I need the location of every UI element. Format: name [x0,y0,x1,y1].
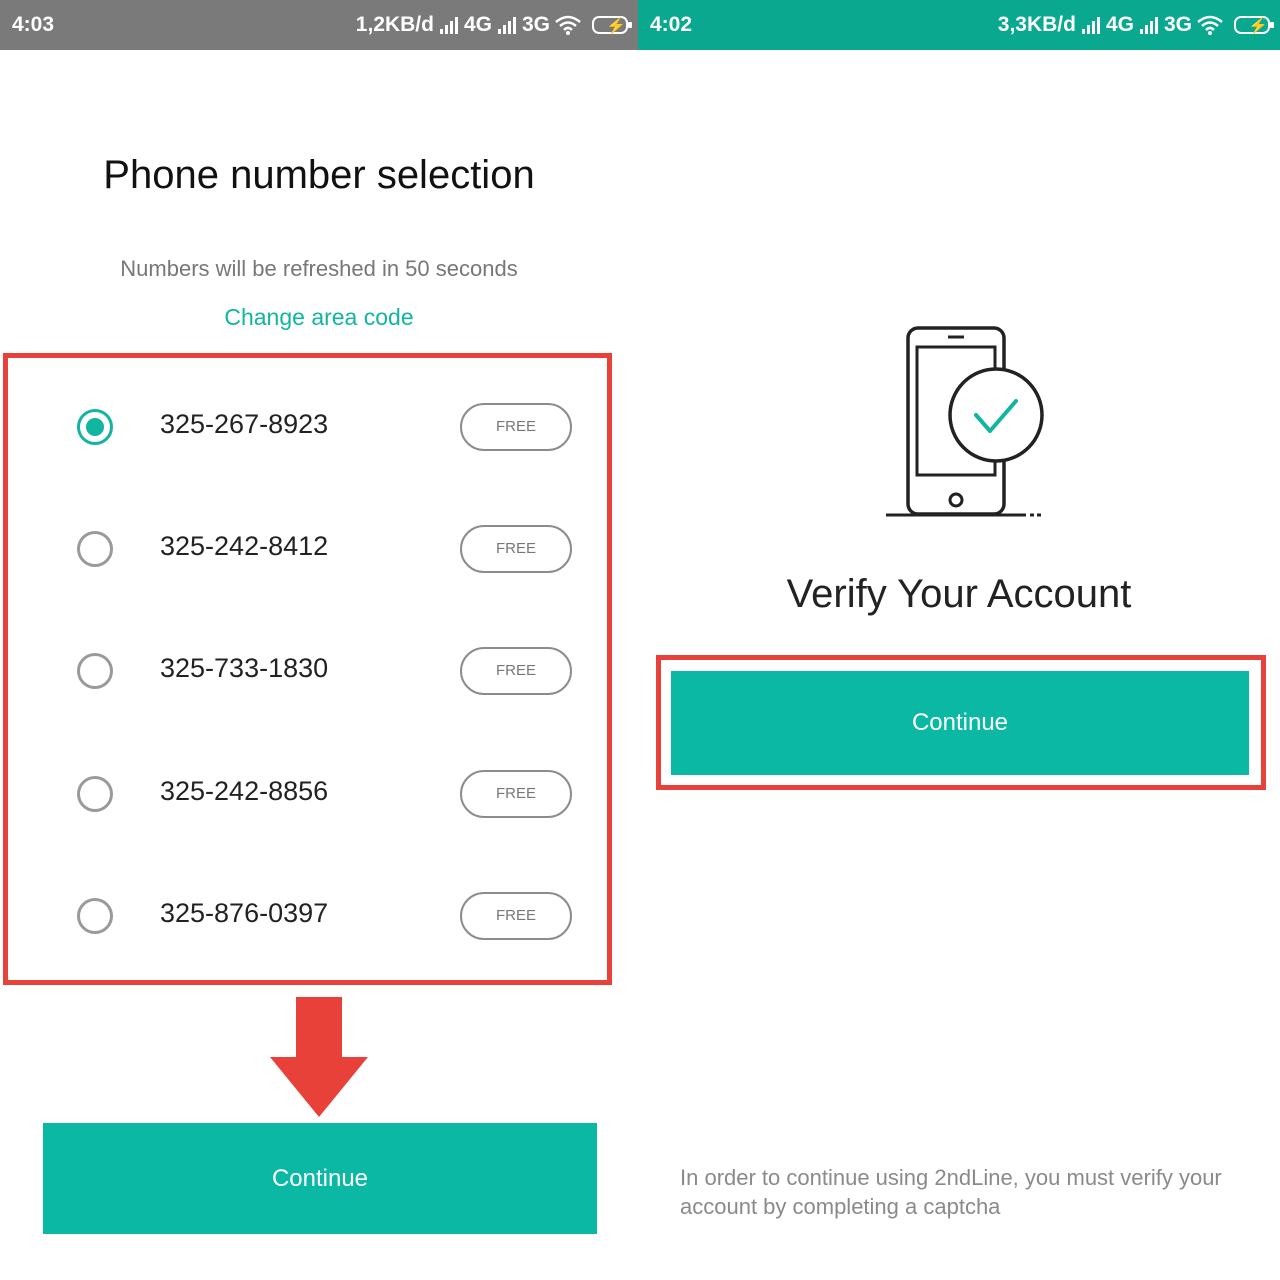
status-time: 4:02 [650,13,693,36]
captcha-notice: In order to continue using 2ndLine, you … [680,1165,1222,1219]
free-badge[interactable]: FREE [460,770,572,818]
radio-unselected[interactable] [77,776,113,812]
number-option-3[interactable]: 325-733-1830 FREE [40,631,580,711]
radio-unselected[interactable] [77,531,113,567]
number-option-5[interactable]: 325-876-0397 FREE [40,876,580,956]
network-speed: 1,2KB/d [355,13,434,36]
arrow-down-icon [270,997,368,1117]
number-option-4[interactable]: 325-242-8856 FREE [40,754,580,834]
signal-icon [1081,16,1100,34]
free-badge[interactable]: FREE [460,892,572,940]
verify-account-screen: 4:02 3,3KB/d 4G 3G ⚡ Verify Your Account [638,0,1280,1280]
status-time: 4:03 [12,13,55,36]
network-speed: 3,3KB/d [997,13,1076,36]
radio-unselected[interactable] [77,653,113,689]
free-badge[interactable]: FREE [460,525,572,573]
number-option-2[interactable]: 325-242-8412 FREE [40,509,580,589]
phone-number: 325-876-0397 [160,898,329,928]
phone-verified-icon [886,326,1044,517]
battery-icon: ⚡ [592,16,632,35]
phone-number: 325-242-8856 [160,776,329,806]
phone-number: 325-733-1830 [160,653,329,683]
status-indicators: 3,3KB/d 4G 3G ⚡ [997,13,1274,37]
signal-icon [439,16,458,34]
wifi-icon [555,15,581,35]
network-type-2: 3G [521,13,550,36]
refresh-notice: Numbers will be refreshed in 50 seconds [120,256,518,281]
number-option-1[interactable]: 325-267-8923 FREE [40,387,580,467]
status-bar: 4:03 1,2KB/d 4G 3G ⚡ [0,0,638,50]
phone-number: 325-267-8923 [160,409,329,439]
page-title: Phone number selection [103,153,535,197]
status-bar: 4:02 3,3KB/d 4G 3G ⚡ [638,0,1280,50]
battery-icon: ⚡ [1234,16,1274,35]
phone-number: 325-242-8412 [160,531,329,561]
network-type-1: 4G [1105,13,1134,36]
status-indicators: 1,2KB/d 4G 3G ⚡ [355,13,632,37]
radio-selected[interactable] [77,409,113,445]
signal-icon [497,16,516,34]
network-type-2: 3G [1163,13,1192,36]
radio-unselected[interactable] [77,898,113,934]
phone-selection-screen: 4:03 1,2KB/d 4G 3G ⚡ Phone number select… [0,0,638,1280]
network-type-1: 4G [463,13,492,36]
signal-icon [1139,16,1158,34]
wifi-icon [1197,15,1223,35]
page-title: Verify Your Account [786,572,1132,616]
continue-button[interactable]: Continue [671,671,1249,775]
change-area-code-link[interactable]: Change area code [0,304,638,331]
continue-button[interactable]: Continue [43,1123,597,1234]
free-badge[interactable]: FREE [460,403,572,451]
free-badge[interactable]: FREE [460,647,572,695]
